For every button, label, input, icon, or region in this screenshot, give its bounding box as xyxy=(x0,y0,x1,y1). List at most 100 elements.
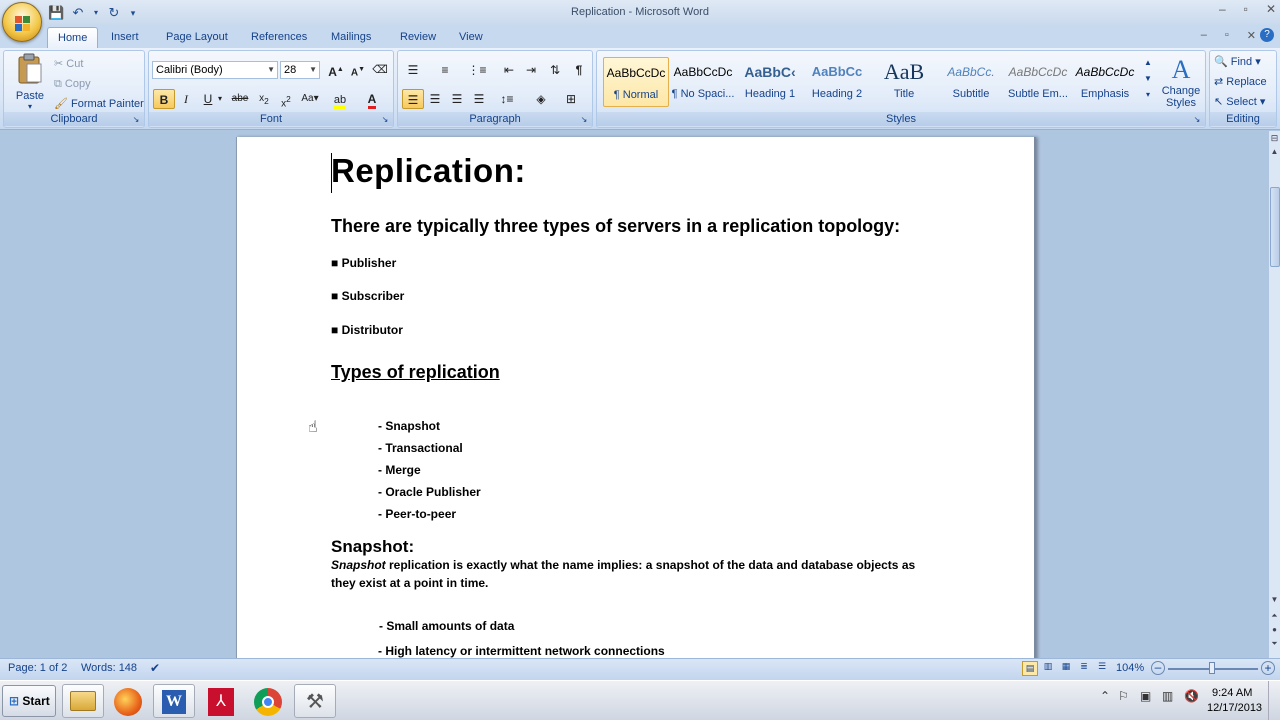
paste-button[interactable]: Paste ▾ xyxy=(10,53,50,113)
tab-review[interactable]: Review xyxy=(390,27,446,48)
numbering-button[interactable]: ≡ xyxy=(434,60,456,80)
tab-references[interactable]: References xyxy=(241,27,317,48)
zoom-out-icon[interactable]: – xyxy=(1151,661,1165,675)
font-launcher-icon[interactable]: ↘ xyxy=(380,115,390,125)
tab-home[interactable]: Home xyxy=(47,27,99,48)
previous-page-icon[interactable]: ⏶ xyxy=(1269,611,1280,623)
styles-launcher-icon[interactable]: ↘ xyxy=(1192,115,1202,125)
web-layout-icon[interactable]: ▦ xyxy=(1058,661,1074,676)
document-page[interactable]: Replication: There are typically three t… xyxy=(236,137,1036,658)
change-styles-button[interactable]: A Change Styles xyxy=(1159,55,1203,109)
tray-expand-icon[interactable]: ⌃ xyxy=(1100,689,1110,703)
outline-icon[interactable]: ≣ xyxy=(1076,661,1092,676)
shading-button[interactable]: ◈ xyxy=(530,89,552,109)
change-case-button[interactable]: Aa▾ xyxy=(299,89,321,109)
office-button[interactable] xyxy=(2,2,42,42)
taskbar-acrobat[interactable]: ⅄ xyxy=(200,684,242,718)
align-right-button[interactable]: ☰ xyxy=(446,89,468,109)
maximize-icon[interactable]: ▫ xyxy=(1244,2,1248,16)
justify-button[interactable]: ☰ xyxy=(468,89,490,109)
bullets-button[interactable]: ☰ xyxy=(402,60,424,80)
style-subtitle[interactable]: AaBbCc. Subtitle xyxy=(938,57,1004,107)
align-center-button[interactable]: ☰ xyxy=(424,89,446,109)
proofing-icon[interactable]: ✔ xyxy=(150,661,160,675)
doc-restore-icon[interactable]: ▫ xyxy=(1225,29,1229,42)
select-button[interactable]: ↖ Select ▾ xyxy=(1214,95,1265,109)
volume-muted-icon[interactable]: 🔇 xyxy=(1184,689,1199,703)
chevron-down-icon[interactable]: ▼ xyxy=(1142,71,1154,87)
page-indicator[interactable]: Page: 1 of 2 xyxy=(8,662,67,674)
increase-indent-button[interactable]: ⇥ xyxy=(520,60,542,80)
browse-object-icon[interactable]: ● xyxy=(1269,625,1280,637)
draft-icon[interactable]: ☰ xyxy=(1094,661,1110,676)
clipboard-launcher-icon[interactable]: ↘ xyxy=(131,115,141,125)
scroll-down-icon[interactable]: ▼ xyxy=(1269,595,1280,607)
close-icon[interactable]: ✕ xyxy=(1266,2,1276,16)
style-heading-2[interactable]: AaBbCc Heading 2 xyxy=(804,57,870,107)
underline-dropdown-icon[interactable]: ▾ xyxy=(209,89,231,109)
copy-button[interactable]: ⧉ Copy xyxy=(54,77,91,91)
font-size-combo[interactable]: 28 ▼ xyxy=(280,61,320,79)
replace-button[interactable]: ⇄ Replace xyxy=(1214,75,1267,89)
taskbar-explorer[interactable] xyxy=(62,684,104,718)
styles-more-icon[interactable]: ▾ xyxy=(1142,87,1154,103)
tab-insert[interactable]: Insert xyxy=(101,27,149,48)
minimize-icon[interactable]: – xyxy=(1219,2,1226,16)
superscript-button[interactable]: x2 xyxy=(275,89,297,109)
network-icon[interactable]: ▥ xyxy=(1162,689,1173,703)
find-button[interactable]: 🔍 Find ▾ xyxy=(1214,55,1261,69)
next-page-icon[interactable]: ⏷ xyxy=(1269,639,1280,651)
shrink-font-button[interactable]: A▼ xyxy=(347,60,369,80)
italic-button[interactable]: I xyxy=(175,89,197,109)
multilevel-list-button[interactable]: ⋮≡ xyxy=(466,60,488,80)
flag-icon[interactable]: ⚐ xyxy=(1118,689,1129,703)
network-device-icon[interactable]: ▣ xyxy=(1140,689,1151,703)
tab-page-layout[interactable]: Page Layout xyxy=(156,27,238,48)
doc-close-icon[interactable]: ✕ xyxy=(1247,29,1256,42)
print-layout-icon[interactable]: ▤ xyxy=(1022,661,1038,676)
tab-mailings[interactable]: Mailings xyxy=(321,27,381,48)
taskbar-firefox[interactable] xyxy=(107,684,149,718)
strikethrough-button[interactable]: abe xyxy=(229,89,251,109)
bold-button[interactable]: B xyxy=(153,89,175,109)
decrease-indent-button[interactable]: ⇤ xyxy=(498,60,520,80)
taskbar-word[interactable]: W xyxy=(153,684,195,718)
line-spacing-button[interactable]: ↕≡ xyxy=(496,89,518,109)
style-normal[interactable]: AaBbCcDc ¶ Normal xyxy=(603,57,669,107)
borders-button[interactable]: ⊞ xyxy=(560,89,582,109)
highlight-button[interactable]: ab xyxy=(329,89,351,109)
word-count[interactable]: Words: 148 xyxy=(81,662,137,674)
subscript-button[interactable]: x2 xyxy=(253,89,275,109)
paragraph-launcher-icon[interactable]: ↘ xyxy=(579,115,589,125)
sort-button[interactable]: ⇅ xyxy=(544,60,566,80)
cut-button[interactable]: ✂ Cut xyxy=(54,57,83,71)
style-heading-1[interactable]: AaBbC‹ Heading 1 xyxy=(737,57,803,107)
style-no-spacing[interactable]: AaBbCcDc ¶ No Spaci... xyxy=(670,57,736,107)
grow-font-button[interactable]: A▲ xyxy=(325,60,347,80)
ruler-toggle-icon[interactable]: ⊟ xyxy=(1269,133,1280,145)
tab-view[interactable]: View xyxy=(449,27,493,48)
show-desktop-button[interactable] xyxy=(1268,681,1280,720)
scroll-thumb[interactable] xyxy=(1270,187,1280,267)
vertical-scrollbar[interactable]: ⊟ ▲ ▼ ⏶ ● ⏷ xyxy=(1268,131,1280,658)
style-subtle-emphasis[interactable]: AaBbCcDc Subtle Em... xyxy=(1005,57,1071,107)
show-marks-button[interactable]: ¶ xyxy=(568,60,590,80)
font-color-button[interactable]: A xyxy=(361,89,383,109)
clear-formatting-button[interactable]: ⌫ xyxy=(369,60,391,80)
align-left-button[interactable]: ☰ xyxy=(402,89,424,109)
format-painter-button[interactable]: 🖌 Format Painter xyxy=(54,97,144,111)
taskbar-chrome[interactable] xyxy=(247,684,289,718)
help-icon[interactable]: ? xyxy=(1260,28,1274,42)
start-button[interactable]: ⊞ Start xyxy=(2,685,56,717)
zoom-slider-thumb[interactable] xyxy=(1209,662,1215,674)
full-screen-reading-icon[interactable]: ▥ xyxy=(1040,661,1056,676)
scroll-up-icon[interactable]: ▲ xyxy=(1269,147,1280,159)
clock-time[interactable]: 9:24 AM xyxy=(1212,687,1252,699)
style-emphasis[interactable]: AaBbCcDc Emphasis xyxy=(1072,57,1138,107)
style-title[interactable]: AaB Title xyxy=(871,57,937,107)
font-name-combo[interactable]: Calibri (Body) ▼ xyxy=(152,61,278,79)
clock-date[interactable]: 12/17/2013 xyxy=(1207,702,1262,714)
zoom-in-icon[interactable]: + xyxy=(1261,661,1275,675)
chevron-up-icon[interactable]: ▲ xyxy=(1142,55,1154,71)
zoom-level[interactable]: 104% xyxy=(1116,662,1144,674)
